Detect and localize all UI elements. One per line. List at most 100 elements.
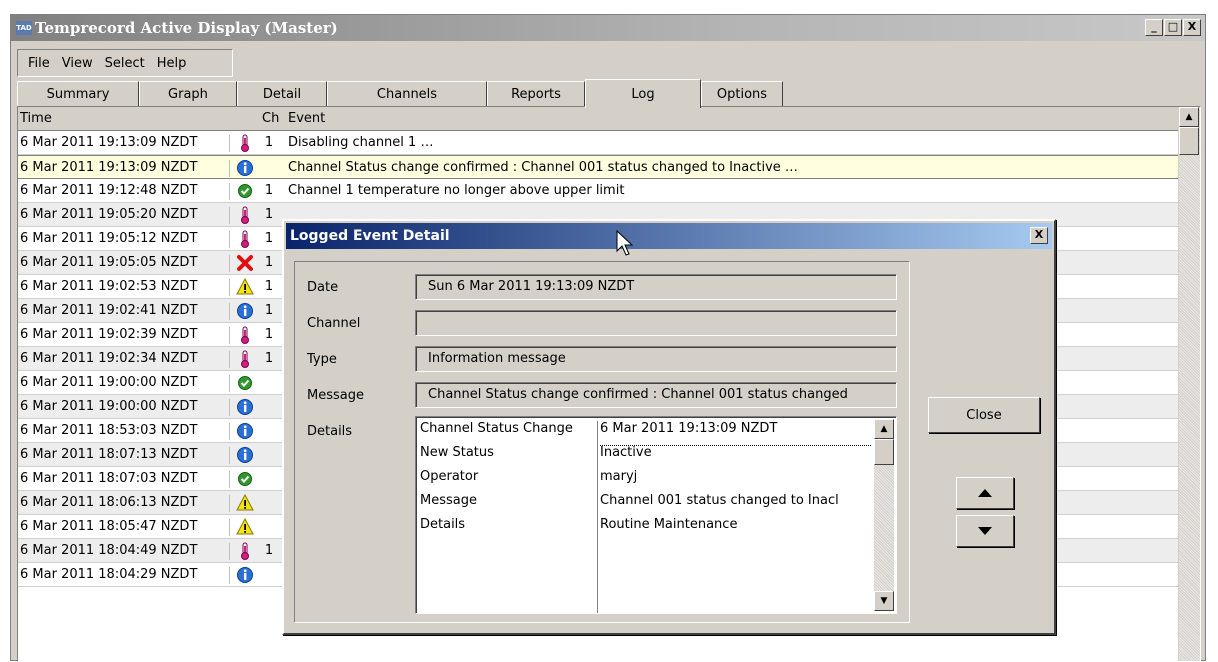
check-icon: [236, 374, 254, 392]
thermometer-icon: [236, 326, 254, 344]
row-channel: 1: [264, 255, 274, 270]
scroll-up-button[interactable]: ▲: [1179, 107, 1199, 127]
detail-key: Channel Status Change: [420, 421, 573, 436]
arrow-down-icon: [978, 527, 992, 535]
table-row[interactable]: 6 Mar 2011 19:12:48 NZDT 1 Channel 1 tempe…: [18, 179, 1178, 203]
thermometer-icon: [236, 134, 254, 152]
detail-key: New Status: [420, 445, 494, 460]
previous-event-button[interactable]: [956, 477, 1014, 509]
row-time: 6 Mar 2011 19:05:12 NZDT: [20, 231, 230, 248]
tab-summary[interactable]: Summary: [17, 81, 139, 107]
menu-help[interactable]: Help: [151, 56, 193, 71]
menu-select[interactable]: Select: [99, 56, 151, 71]
tab-options[interactable]: Options: [701, 81, 783, 107]
error-icon: [236, 254, 254, 272]
details-value-column: 6 Mar 2011 19:13:09 NZDT Inactive maryj Cha…: [600, 421, 872, 541]
detail-value[interactable]: 6 Mar 2011 19:13:09 NZDT: [600, 421, 872, 446]
row-time: 6 Mar 2011 18:04:49 NZDT: [20, 543, 230, 560]
row-channel: 1: [264, 231, 274, 246]
detail-key: Operator: [420, 469, 479, 484]
column-header-time[interactable]: Time: [20, 111, 52, 126]
row-event: Channel 1 temperature no longer above up…: [288, 183, 625, 198]
logged-event-detail-dialog: Logged Event Detail X Date Sun 6 Mar 201…: [282, 219, 1056, 635]
message-field[interactable]: Channel Status change confirmed : Channe…: [415, 382, 897, 408]
row-channel: 1: [264, 279, 274, 294]
row-time: 6 Mar 2011 18:07:03 NZDT: [20, 471, 230, 488]
warning-icon: [236, 518, 254, 536]
check-icon: [236, 182, 254, 200]
info-icon: [236, 302, 254, 320]
row-time: 6 Mar 2011 19:05:05 NZDT: [20, 255, 230, 272]
row-time: 6 Mar 2011 18:04:29 NZDT: [20, 567, 230, 584]
row-time: 6 Mar 2011 19:02:41 NZDT: [20, 303, 230, 320]
info-icon: [236, 446, 254, 464]
thermometer-icon: [236, 206, 254, 224]
tab-graph[interactable]: Graph: [139, 81, 237, 107]
type-field[interactable]: Information message: [415, 346, 897, 372]
row-time: 6 Mar 2011 19:13:09 NZDT: [20, 135, 230, 152]
details-label: Details: [307, 424, 353, 439]
row-time: 6 Mar 2011 19:12:48 NZDT: [20, 183, 230, 200]
row-channel: 1: [264, 183, 274, 198]
details-scroll-up-button[interactable]: ▲: [874, 419, 894, 439]
vertical-scrollbar[interactable]: ▲: [1178, 107, 1200, 661]
detail-key: Details: [420, 517, 466, 532]
dialog-close-x-button[interactable]: X: [1030, 227, 1048, 244]
column-header-event[interactable]: Event: [288, 111, 325, 126]
window-title: Temprecord Active Display (Master): [35, 19, 338, 37]
row-time: 6 Mar 2011 19:00:00 NZDT: [20, 399, 230, 416]
row-time: 6 Mar 2011 19:02:34 NZDT: [20, 351, 230, 368]
row-time: 6 Mar 2011 19:02:53 NZDT: [20, 279, 230, 296]
detail-value[interactable]: Inactive: [600, 445, 872, 469]
table-row[interactable]: 6 Mar 2011 19:13:09 NZDT Channel Status c…: [18, 155, 1178, 179]
app-icon: TAD: [16, 21, 32, 35]
tab-channels[interactable]: Channels: [327, 81, 487, 107]
detail-value[interactable]: Channel 001 status changed to Inacl: [600, 493, 872, 517]
menu-view[interactable]: View: [56, 56, 99, 71]
tab-reports[interactable]: Reports: [487, 81, 585, 107]
thermometer-icon: [236, 350, 254, 368]
tab-log[interactable]: Log: [585, 79, 701, 108]
message-label: Message: [307, 388, 364, 403]
tab-strip: Summary Graph Detail Channels Reports Lo…: [17, 79, 1205, 108]
maximize-button[interactable]: □: [1164, 19, 1182, 36]
detail-value[interactable]: Routine Maintenance: [600, 517, 872, 541]
details-scroll-thumb[interactable]: [874, 439, 894, 465]
check-icon: [236, 470, 254, 488]
details-scrollbar[interactable]: ▲ ▼: [874, 419, 894, 611]
date-field[interactable]: Sun 6 Mar 2011 19:13:09 NZDT: [415, 274, 897, 300]
mouse-cursor-icon: [616, 230, 634, 256]
row-channel: 1: [264, 543, 274, 558]
dialog-title: Logged Event Detail: [290, 228, 450, 244]
title-bar[interactable]: TAD Temprecord Active Display (Master) _…: [11, 15, 1205, 41]
column-header-ch[interactable]: Ch: [262, 111, 279, 126]
scroll-thumb[interactable]: [1179, 127, 1199, 155]
detail-group: Date Sun 6 Mar 2011 19:13:09 NZDT Channe…: [294, 261, 910, 623]
next-event-button[interactable]: [956, 515, 1014, 547]
row-time: 6 Mar 2011 18:53:03 NZDT: [20, 423, 230, 440]
row-channel: 1: [264, 327, 274, 342]
minimize-button[interactable]: _: [1145, 19, 1163, 36]
tab-detail[interactable]: Detail: [237, 81, 327, 107]
dialog-title-bar[interactable]: Logged Event Detail X: [286, 223, 1052, 249]
row-event: Channel Status change confirmed : Channe…: [288, 160, 798, 175]
date-label: Date: [307, 280, 339, 295]
grid-header: Time Ch Event: [18, 107, 1178, 131]
channel-field[interactable]: [415, 310, 897, 336]
type-label: Type: [307, 352, 337, 367]
row-channel: 1: [264, 135, 274, 150]
info-icon: [236, 566, 254, 584]
row-channel: 1: [264, 351, 274, 366]
row-time: 6 Mar 2011 18:07:13 NZDT: [20, 447, 230, 464]
details-list[interactable]: Channel Status Change New Status Operator M…: [415, 416, 897, 614]
close-button[interactable]: Close: [928, 397, 1040, 433]
table-row[interactable]: 6 Mar 2011 19:13:09 NZDT 1 Disabling chann…: [18, 131, 1178, 155]
thermometer-icon: [236, 542, 254, 560]
menu-file[interactable]: File: [22, 56, 56, 71]
thermometer-icon: [236, 230, 254, 248]
channel-label: Channel: [307, 316, 361, 331]
info-icon: [236, 422, 254, 440]
detail-value[interactable]: maryj: [600, 469, 872, 493]
details-scroll-down-button[interactable]: ▼: [874, 591, 894, 611]
close-window-button[interactable]: X: [1183, 19, 1201, 36]
